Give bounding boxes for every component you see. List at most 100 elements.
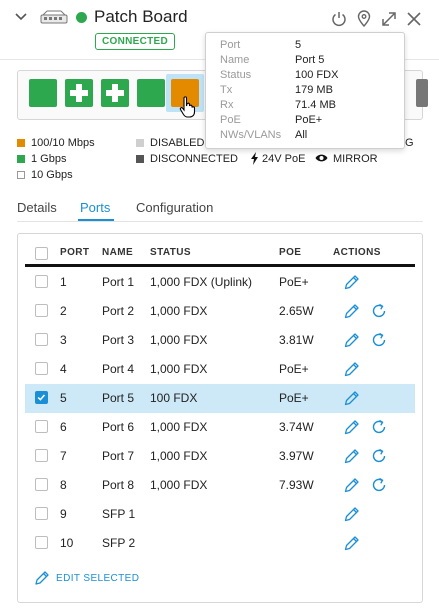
tooltip-value: 100 FDX: [295, 69, 339, 81]
power-cycle-icon[interactable]: [370, 302, 388, 320]
column-header-port: PORT: [60, 247, 90, 258]
row-checkbox[interactable]: [35, 391, 48, 404]
cell-status: 1,000 FDX (Uplink): [150, 275, 253, 289]
table-row[interactable]: 6 Port 6 1,000 FDX 3.74W: [25, 413, 415, 442]
cell-port: 3: [60, 333, 67, 347]
edit-port-icon[interactable]: [343, 360, 361, 378]
expand-icon[interactable]: [380, 10, 398, 28]
legend-10gbps: 10 Gbps: [31, 169, 73, 181]
cell-status: 1,000 FDX: [150, 333, 208, 347]
cell-port: 4: [60, 362, 67, 376]
cell-name: Port 2: [102, 304, 135, 318]
tooltip-key: Port: [220, 39, 241, 51]
cell-name: Port 5: [102, 391, 135, 405]
edit-port-icon[interactable]: [343, 534, 361, 552]
edit-port-icon[interactable]: [343, 302, 361, 320]
row-checkbox[interactable]: [35, 420, 48, 433]
table-row[interactable]: 4 Port 4 1,000 FDX PoE+: [25, 355, 415, 384]
edit-port-icon[interactable]: [343, 418, 361, 436]
cell-name: SFP 1: [102, 507, 136, 521]
legend-24v-poe: 24V PoE: [262, 153, 306, 165]
tab-details[interactable]: Details: [17, 200, 57, 215]
locate-icon[interactable]: [355, 10, 373, 28]
cell-poe: PoE+: [279, 391, 309, 405]
power-cycle-icon[interactable]: [370, 447, 388, 465]
legend-lag-partial: G: [405, 137, 414, 149]
power-cycle-icon[interactable]: [370, 476, 388, 494]
legend-swatch-10gbps: [17, 171, 25, 179]
table-row[interactable]: 8 Port 8 1,000 FDX 7.93W: [25, 471, 415, 500]
table-row[interactable]: 9 SFP 1: [25, 500, 415, 529]
table-row[interactable]: 10 SFP 2: [25, 529, 415, 558]
port-square-1[interactable]: [29, 79, 57, 107]
tooltip-key: NWs/VLANs: [220, 129, 282, 141]
cell-poe: 2.65W: [279, 304, 314, 318]
cell-status: 100 FDX: [150, 391, 198, 405]
power-cycle-icon[interactable]: [370, 418, 388, 436]
edit-port-icon[interactable]: [343, 505, 361, 523]
port-square-4[interactable]: [137, 79, 165, 107]
edit-port-icon[interactable]: [343, 389, 361, 407]
edit-port-icon[interactable]: [343, 273, 361, 291]
row-checkbox[interactable]: [35, 536, 48, 549]
legend-swatch-1gbps: [17, 155, 25, 163]
port-square-3[interactable]: [101, 79, 129, 107]
power-cycle-icon[interactable]: [370, 331, 388, 349]
cell-name: SFP 2: [102, 536, 136, 550]
legend-mirror: MIRROR: [333, 153, 378, 165]
ports-table-card: PORT NAME STATUS POE ACTIONS 1 Port 1 1,00…: [17, 233, 423, 603]
legend-100mbps: 100/10 Mbps: [31, 137, 95, 149]
row-checkbox[interactable]: [35, 275, 48, 288]
tooltip-value: 5: [295, 39, 302, 51]
check-icon: [37, 394, 46, 401]
legend-disconnected: DISCONNECTED: [150, 153, 239, 165]
tooltip-key: Name: [220, 54, 250, 66]
table-row[interactable]: 7 Port 7 1,000 FDX 3.97W: [25, 442, 415, 471]
port-strip-edge: [416, 79, 428, 107]
pencil-icon: [35, 571, 49, 585]
header-rule: [25, 264, 415, 267]
hand-cursor-icon: [179, 96, 196, 118]
active-tab-indicator: [78, 219, 114, 221]
legend-1gbps: 1 Gbps: [31, 153, 67, 165]
plus-icon: [70, 84, 88, 102]
collapse-chevron-icon[interactable]: [14, 10, 28, 24]
legend-swatch-disconnected: [136, 155, 144, 163]
plus-icon: [106, 84, 124, 102]
port-square-2[interactable]: [65, 79, 93, 107]
tooltip-key: Status: [220, 69, 252, 81]
table-row[interactable]: 2 Port 2 1,000 FDX 2.65W: [25, 297, 415, 326]
cell-port: 9: [60, 507, 67, 521]
cell-port: 1: [60, 275, 67, 289]
tooltip-value: Port 5: [295, 54, 325, 66]
cell-status: 1,000 FDX: [150, 362, 208, 376]
tooltip-key: Rx: [220, 99, 234, 111]
cell-port: 2: [60, 304, 67, 318]
edit-port-icon[interactable]: [343, 447, 361, 465]
tab-ports[interactable]: Ports: [80, 200, 110, 215]
tab-configuration[interactable]: Configuration: [136, 200, 213, 215]
select-all-checkbox[interactable]: [35, 247, 48, 260]
edit-port-icon[interactable]: [343, 331, 361, 349]
table-row[interactable]: 5 Port 5 100 FDX PoE+: [25, 384, 415, 413]
tooltip-value: PoE+: [295, 114, 323, 126]
row-checkbox[interactable]: [35, 449, 48, 462]
eye-icon: [315, 154, 328, 162]
tooltip-key: PoE: [220, 114, 241, 126]
close-icon[interactable]: [405, 10, 423, 28]
cell-status: 1,000 FDX: [150, 420, 208, 434]
device-title: Patch Board: [94, 7, 188, 26]
row-checkbox[interactable]: [35, 507, 48, 520]
column-header-poe: POE: [279, 247, 302, 258]
edit-port-icon[interactable]: [343, 476, 361, 494]
cell-poe: PoE+: [279, 275, 309, 289]
cell-name: Port 3: [102, 333, 135, 347]
table-row[interactable]: 3 Port 3 1,000 FDX 3.81W: [25, 326, 415, 355]
row-checkbox[interactable]: [35, 304, 48, 317]
row-checkbox[interactable]: [35, 478, 48, 491]
restart-icon[interactable]: [330, 10, 348, 28]
table-row[interactable]: 1 Port 1 1,000 FDX (Uplink) PoE+: [25, 268, 415, 297]
row-checkbox[interactable]: [35, 362, 48, 375]
cell-name: Port 1: [102, 275, 135, 289]
row-checkbox[interactable]: [35, 333, 48, 346]
